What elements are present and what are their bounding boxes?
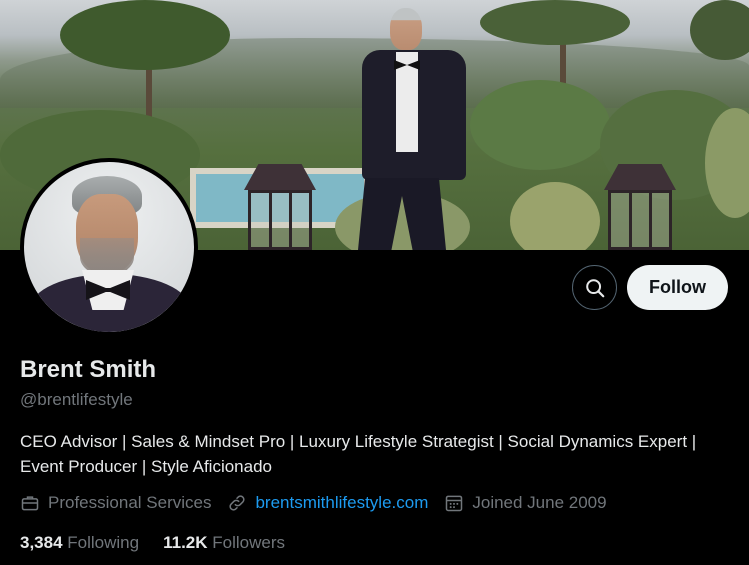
avatar[interactable] bbox=[20, 158, 198, 336]
banner-tree bbox=[480, 0, 630, 45]
profile-website[interactable]: brentsmithlifestyle.com bbox=[227, 493, 428, 513]
briefcase-icon bbox=[21, 496, 39, 511]
followers-label: Followers bbox=[212, 533, 286, 552]
profile-handle: @brentlifestyle bbox=[20, 390, 133, 409]
following-link[interactable]: 3,384 Following bbox=[20, 533, 139, 553]
banner-tree bbox=[690, 0, 749, 60]
profile-category: Professional Services bbox=[20, 493, 211, 513]
follow-button[interactable]: Follow bbox=[627, 265, 728, 310]
banner-bush bbox=[510, 182, 600, 250]
following-count: 3,384 bbox=[20, 533, 63, 552]
banner-tree bbox=[60, 0, 230, 70]
search-icon bbox=[585, 278, 604, 297]
banner-bush bbox=[470, 80, 610, 170]
followers-link[interactable]: 11.2K Followers bbox=[163, 533, 285, 553]
profile-name: Brent Smith bbox=[20, 356, 157, 383]
website-link[interactable]: brentsmithlifestyle.com bbox=[255, 493, 428, 513]
profile-bio: CEO Advisor | Sales & Mindset Pro | Luxu… bbox=[20, 432, 697, 476]
profile-stats: 3,384 Following 11.2K Followers bbox=[20, 533, 309, 553]
following-label: Following bbox=[67, 533, 140, 552]
calendar-icon bbox=[446, 495, 463, 512]
banner-lantern bbox=[598, 164, 682, 250]
banner-lantern bbox=[238, 164, 322, 250]
link-icon bbox=[229, 495, 246, 511]
banner-person bbox=[356, 8, 468, 250]
joined-label: Joined June 2009 bbox=[472, 493, 607, 512]
profile-joined: Joined June 2009 bbox=[444, 493, 607, 513]
category-label: Professional Services bbox=[48, 493, 212, 512]
profile-meta: Professional Services brentsmithlifestyl… bbox=[20, 493, 623, 513]
followers-count: 11.2K bbox=[163, 533, 208, 552]
search-button[interactable] bbox=[572, 265, 617, 310]
